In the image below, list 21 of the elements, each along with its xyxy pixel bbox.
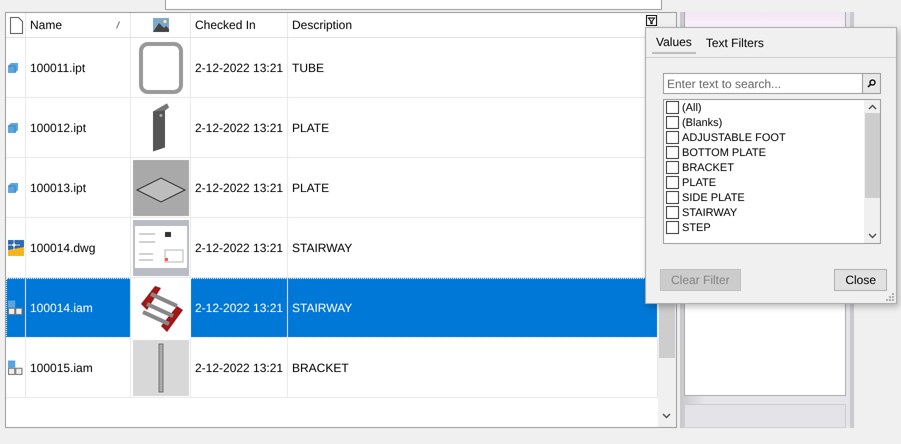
date-cell: 2-12-2022 13:21 (191, 338, 288, 397)
value-label: BOTTOM PLATE (682, 146, 766, 158)
value-label: BRACKET (682, 162, 734, 174)
date-cell: 2-12-2022 13:21 (191, 98, 288, 157)
value-label: SIDE PLATE (682, 192, 745, 204)
date-cell: 2-12-2022 13:21 (191, 158, 288, 217)
date-cell: 2-12-2022 13:21 (191, 218, 288, 277)
name-cell: 100014.iam (26, 278, 131, 337)
date-cell: 2-12-2022 13:21 (191, 38, 288, 97)
name-cell: 100013.ipt (26, 158, 131, 217)
value-label: (All) (682, 102, 702, 114)
value-label: (Blanks) (682, 116, 722, 128)
value-label: STEP (682, 222, 711, 234)
value-label: ADJUSTABLE FOOT (682, 132, 786, 144)
date-cell: 2-12-2022 13:21 (191, 278, 288, 337)
name-cell: 100014.dwg (26, 218, 131, 277)
name-cell: 100011.ipt (26, 38, 131, 97)
value-label: STAIRWAY (682, 206, 738, 218)
value-label: PLATE (682, 176, 716, 188)
name-cell: 100012.ipt (26, 98, 131, 157)
name-cell: 100015.iam (26, 338, 131, 397)
